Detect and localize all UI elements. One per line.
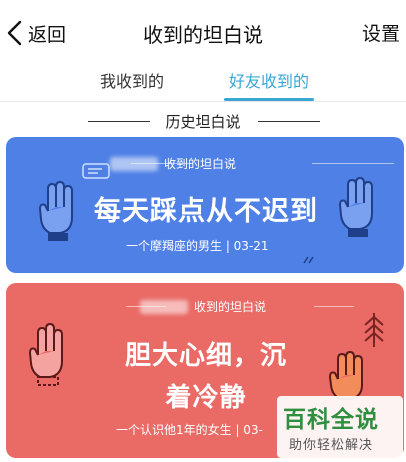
settings-button[interactable]: 设置 xyxy=(362,19,400,46)
back-button[interactable]: 返回 xyxy=(6,18,66,48)
card-header-text: 收到的坦白说 xyxy=(164,157,237,171)
confession-meta: 一个摩羯座的男生 | 03-21 xyxy=(126,239,269,253)
tab-my-received[interactable]: 我收到的 xyxy=(100,68,164,92)
card-header-line xyxy=(314,306,354,307)
card-header: 收到的坦白说 xyxy=(140,298,266,315)
speech-bubble-icon xyxy=(82,163,110,179)
back-chevron-icon xyxy=(7,20,22,46)
back-label: 返回 xyxy=(28,23,67,46)
blurred-sender xyxy=(140,299,188,314)
card-header-text: 收到的坦白说 xyxy=(194,300,267,314)
confession-message: 胆大心细，沉 着冷静 xyxy=(106,335,306,419)
blurred-sender xyxy=(110,156,158,171)
section-title: 历史坦白说 xyxy=(165,113,241,131)
tree-icon xyxy=(364,313,384,347)
card-header: 收到的坦白说 xyxy=(110,155,236,172)
confession-meta: 一个认识他1年的女生 | 03- xyxy=(116,423,263,437)
watermark-title: 百科全说 xyxy=(283,407,379,433)
watermark-logo: 百科全说 助你轻松解决 xyxy=(277,396,403,458)
confession-message-line: 胆大心细，沉 xyxy=(124,341,287,371)
hand-icon xyxy=(39,181,73,241)
confession-message: 每天踩点从不迟到 xyxy=(94,196,318,227)
card-header-line xyxy=(312,163,394,164)
tab-friends-received[interactable]: 好友收到的 xyxy=(229,68,309,92)
tab-bar: 我收到的 好友收到的 xyxy=(0,64,406,102)
hand-icon xyxy=(29,323,63,386)
watermark-subtitle: 助你轻松解决 xyxy=(289,438,374,453)
confession-card[interactable]: 收到的坦白说 每天踩点从不迟到 一个摩羯座的男生 | 03-21 xyxy=(6,137,404,273)
active-tab-indicator xyxy=(224,98,314,101)
section-header: 历史坦白说 xyxy=(0,110,406,132)
hand-icon xyxy=(339,177,373,237)
section-divider-right xyxy=(258,121,320,122)
nav-bar: 返回 收到的坦白说 设置 xyxy=(0,0,406,64)
sparkle-icon xyxy=(303,256,314,264)
confession-message-line: 着冷静 xyxy=(165,383,247,413)
